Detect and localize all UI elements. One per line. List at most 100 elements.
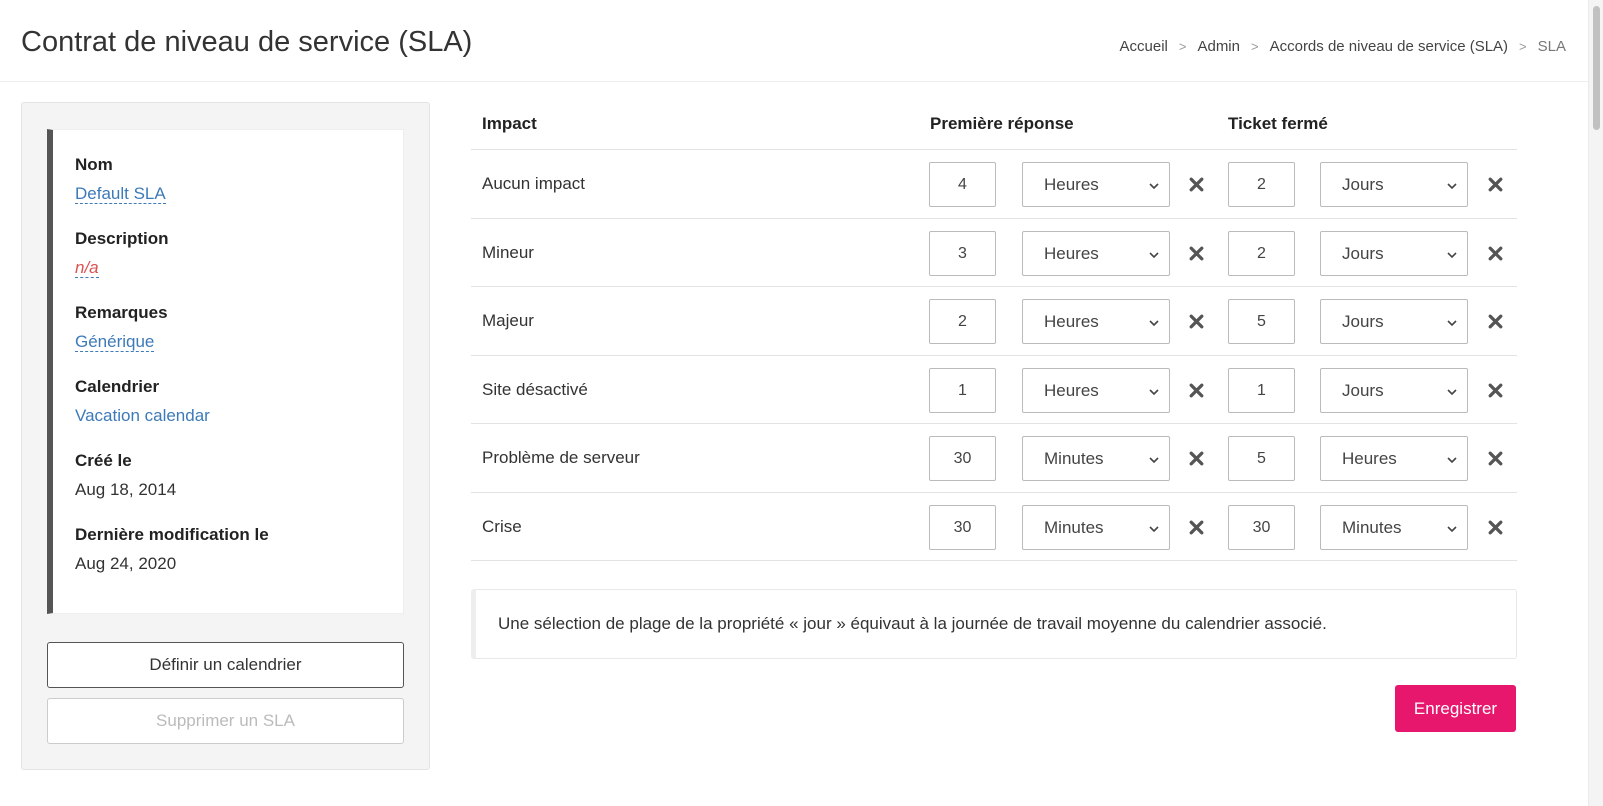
first-response-unit-value: Heures — [1044, 380, 1099, 400]
description-editable[interactable]: n/a — [75, 258, 99, 278]
first-response-value-input[interactable]: 4 — [929, 162, 996, 207]
clear-icon[interactable] — [1188, 313, 1205, 330]
table-row: Crise 30 Minutes 30 Minutes — [471, 493, 1517, 561]
breadcrumb: Accueil > Admin > Accords de niveau de s… — [1120, 38, 1566, 55]
ticket-closed-unit-select[interactable]: Jours — [1320, 367, 1468, 413]
calendar-label: Calendrier — [75, 377, 160, 396]
clear-icon[interactable] — [1188, 382, 1205, 399]
table-row: Site désactivé 1 Heures 1 Jours — [471, 356, 1517, 424]
modified-label: Dernière modification le — [75, 525, 269, 544]
clear-icon[interactable] — [1487, 382, 1504, 399]
first-response-value-input[interactable]: 3 — [929, 230, 996, 276]
scrollbar-thumb[interactable] — [1593, 6, 1600, 130]
sla-table: Impact Première réponse Ticket fermé Auc… — [471, 102, 1517, 561]
ticket-closed-unit-select[interactable]: Minutes — [1320, 504, 1468, 550]
ticket-closed-unit-value: Jours — [1342, 243, 1384, 263]
first-response-unit-select[interactable]: Heures — [1022, 162, 1170, 207]
sla-info-panel: Nom Default SLA Description n/a Remarque… — [21, 102, 430, 770]
save-button[interactable]: Enregistrer — [1395, 685, 1516, 732]
chevron-down-icon — [1447, 251, 1457, 258]
clear-icon[interactable] — [1487, 176, 1504, 193]
chevron-down-icon — [1447, 183, 1457, 190]
ticket-closed-unit-select[interactable]: Heures — [1320, 436, 1468, 481]
breadcrumb-admin[interactable]: Admin — [1197, 38, 1240, 55]
clear-icon[interactable] — [1487, 450, 1504, 467]
first-response-value-input[interactable]: 30 — [929, 504, 996, 550]
first-response-unit-select[interactable]: Minutes — [1022, 436, 1170, 481]
first-response-unit-select[interactable]: Heures — [1022, 367, 1170, 413]
ticket-closed-unit-select[interactable]: Jours — [1320, 162, 1468, 207]
remarks-editable[interactable]: Générique — [75, 332, 155, 352]
page-header: Contrat de niveau de service (SLA) Accue… — [0, 0, 1588, 82]
ticket-closed-value-input[interactable]: 2 — [1228, 230, 1295, 276]
clear-icon[interactable] — [1487, 313, 1504, 330]
chevron-down-icon — [1447, 320, 1457, 327]
first-response-value-input[interactable]: 1 — [929, 367, 996, 413]
delete-sla-button[interactable]: Supprimer un SLA — [47, 698, 404, 744]
first-response-unit-value: Heures — [1044, 243, 1099, 263]
table-header: Impact Première réponse Ticket fermé — [471, 102, 1517, 150]
impact-label: Problème de serveur — [482, 448, 640, 467]
column-impact: Impact — [482, 114, 537, 133]
chevron-down-icon — [1149, 388, 1159, 395]
table-row: Majeur 2 Heures 5 Jours — [471, 287, 1517, 356]
clear-icon[interactable] — [1188, 519, 1205, 536]
first-response-unit-value: Heures — [1044, 312, 1099, 331]
remarks-label: Remarques — [75, 303, 168, 322]
breadcrumb-home[interactable]: Accueil — [1120, 38, 1168, 55]
impact-label: Site désactivé — [482, 379, 588, 399]
chevron-down-icon — [1447, 388, 1457, 395]
description-value[interactable]: n/a — [75, 252, 403, 300]
clear-icon[interactable] — [1188, 176, 1205, 193]
first-response-unit-value: Heures — [1044, 175, 1099, 194]
first-response-unit-value: Minutes — [1044, 517, 1104, 537]
clear-icon[interactable] — [1487, 519, 1504, 536]
clear-icon[interactable] — [1188, 245, 1205, 262]
column-ticket-closed: Ticket fermé — [1228, 114, 1328, 133]
name-editable[interactable]: Default SLA — [75, 184, 166, 204]
chevron-down-icon — [1149, 457, 1159, 464]
ticket-closed-unit-value: Heures — [1342, 449, 1397, 468]
table-row: Mineur 3 Heures 2 Jours — [471, 219, 1517, 287]
first-response-unit-select[interactable]: Heures — [1022, 299, 1170, 344]
first-response-value-input[interactable]: 30 — [929, 436, 996, 481]
breadcrumb-sla-list[interactable]: Accords de niveau de service (SLA) — [1270, 38, 1508, 55]
first-response-value-input[interactable]: 2 — [929, 299, 996, 344]
ticket-closed-value-input[interactable]: 5 — [1228, 299, 1295, 344]
clear-icon[interactable] — [1188, 450, 1205, 467]
name-value[interactable]: Default SLA — [75, 178, 403, 226]
first-response-unit-select[interactable]: Heures — [1022, 230, 1170, 276]
breadcrumb-separator: > — [1251, 39, 1259, 54]
name-label: Nom — [75, 155, 113, 174]
ticket-closed-value-input[interactable]: 1 — [1228, 367, 1295, 413]
impact-label: Crise — [482, 516, 522, 536]
sla-details: Nom Default SLA Description n/a Remarque… — [47, 129, 404, 614]
chevron-down-icon — [1149, 183, 1159, 190]
first-response-unit-select[interactable]: Minutes — [1022, 504, 1170, 550]
table-row: Aucun impact 4 Heures 2 Jours — [471, 150, 1517, 219]
calendar-link[interactable]: Vacation calendar — [75, 406, 210, 425]
first-response-unit-value: Minutes — [1044, 449, 1104, 468]
chevron-down-icon — [1149, 320, 1159, 327]
ticket-closed-unit-select[interactable]: Jours — [1320, 299, 1468, 344]
description-label: Description — [75, 229, 169, 248]
breadcrumb-current: SLA — [1537, 38, 1566, 55]
define-calendar-button[interactable]: Définir un calendrier — [47, 642, 404, 688]
clear-icon[interactable] — [1487, 245, 1504, 262]
created-label: Créé le — [75, 451, 132, 470]
remarks-value[interactable]: Générique — [75, 326, 403, 374]
ticket-closed-value-input[interactable]: 5 — [1228, 436, 1295, 481]
modified-value: Aug 24, 2020 — [75, 554, 177, 573]
calendar-value[interactable]: Vacation calendar — [75, 400, 403, 448]
impact-label: Mineur — [482, 242, 534, 262]
created-value: Aug 18, 2014 — [75, 480, 177, 499]
page-scrollbar[interactable] — [1588, 0, 1603, 806]
chevron-down-icon — [1447, 525, 1457, 532]
ticket-closed-value-input[interactable]: 30 — [1228, 504, 1295, 550]
ticket-closed-unit-value: Jours — [1342, 380, 1384, 400]
ticket-closed-unit-select[interactable]: Jours — [1320, 230, 1468, 276]
column-first-response: Première réponse — [930, 114, 1074, 133]
table-row: Problème de serveur 30 Minutes 5 Heures — [471, 424, 1517, 493]
impact-label: Majeur — [482, 311, 534, 330]
ticket-closed-value-input[interactable]: 2 — [1228, 162, 1295, 207]
